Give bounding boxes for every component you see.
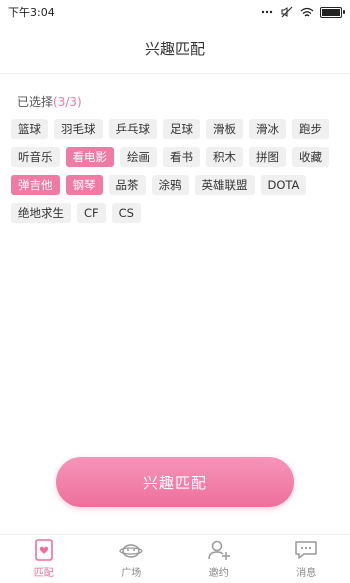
interest-match-button[interactable]: 兴趣匹配 — [56, 457, 294, 507]
interest-tag[interactable]: 篮球 — [11, 119, 48, 139]
interest-tag[interactable]: 乒乓球 — [108, 119, 157, 139]
bottom-nav: 匹配 广场 邀约 消息 — [0, 534, 350, 583]
interest-tag[interactable]: CF — [77, 203, 106, 223]
dots-icon — [260, 6, 274, 18]
battery-icon — [320, 6, 345, 18]
interest-tag[interactable]: 绝地求生 — [11, 203, 71, 223]
status-bar: 下午3:04 — [0, 0, 350, 24]
message-icon — [294, 539, 318, 561]
interest-tag[interactable]: 涂鸦 — [151, 175, 189, 195]
interest-tag[interactable]: 跑步 — [292, 119, 329, 139]
selected-count-label: 已选择(3/3) — [17, 93, 82, 110]
nav-label-invite: 邀约 — [208, 568, 229, 579]
interest-tag[interactable]: 足球 — [163, 119, 200, 139]
interest-tag[interactable]: 滑冰 — [249, 119, 286, 139]
interest-tag[interactable]: 品茶 — [108, 175, 146, 195]
interest-tag[interactable]: 听音乐 — [11, 147, 60, 167]
status-time: 下午3:04 — [8, 6, 55, 19]
interest-tag[interactable]: 钢琴 — [65, 175, 103, 195]
nav-item-square[interactable]: 广场 — [88, 535, 176, 583]
interest-tag[interactable]: 英雄联盟 — [194, 175, 255, 195]
interest-tag[interactable]: 绘画 — [120, 147, 157, 167]
interest-tag[interactable]: CS — [111, 203, 141, 223]
interest-tag[interactable]: 拼图 — [249, 147, 286, 167]
interest-tag[interactable]: 羽毛球 — [54, 119, 103, 139]
interest-tag[interactable]: 积木 — [206, 147, 243, 167]
status-icons — [260, 6, 345, 18]
nav-label-message: 消息 — [296, 568, 317, 579]
interest-tag[interactable]: 收藏 — [292, 147, 329, 167]
page-title: 兴趣匹配 — [144, 40, 205, 58]
header-divider — [0, 73, 350, 74]
interest-tag[interactable]: 弹吉他 — [11, 175, 60, 195]
interest-tag[interactable]: 看书 — [163, 147, 200, 167]
interest-tag[interactable]: 看电影 — [65, 147, 114, 167]
mute-icon — [280, 6, 294, 18]
nav-label-match: 匹配 — [33, 568, 54, 579]
nav-item-match[interactable]: 匹配 — [0, 535, 88, 583]
match-icon — [32, 539, 56, 561]
interest-tag[interactable]: DOTA — [260, 175, 307, 195]
nav-item-invite[interactable]: 邀约 — [175, 535, 263, 583]
nav-item-message[interactable]: 消息 — [263, 535, 350, 583]
invite-icon — [207, 539, 231, 561]
interest-tag[interactable]: 滑板 — [206, 119, 243, 139]
interest-tag-list: 篮球 羽毛球 乒乓球 足球 滑板 滑冰 跑步 听音乐 看电影 绘画 看书 积木 … — [11, 119, 341, 223]
wifi-icon — [300, 6, 314, 18]
selected-label-text: 已选择 — [17, 95, 54, 109]
square-icon — [119, 539, 143, 561]
nav-label-square: 广场 — [121, 568, 142, 579]
selected-count: (3/3) — [53, 95, 82, 109]
